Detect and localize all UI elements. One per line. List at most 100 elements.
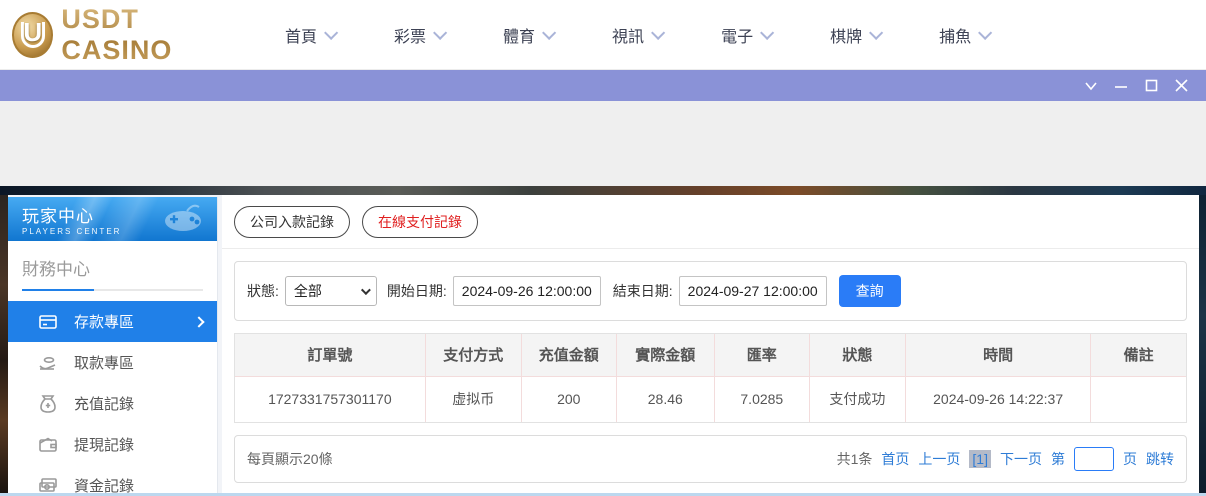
end-date-input[interactable] — [678, 276, 827, 306]
chevron-down-icon — [760, 25, 775, 40]
status-select[interactable]: 全部 — [284, 276, 377, 306]
query-button[interactable]: 查詢 — [838, 275, 901, 307]
sidebar-item-recharge-records[interactable]: 充值記錄 — [8, 383, 217, 424]
current-page-indicator: [1] — [969, 450, 991, 468]
jump-button[interactable]: 跳转 — [1146, 449, 1174, 469]
sidebar-section: 財務中心 — [8, 241, 217, 291]
nav-item-home[interactable]: 首頁 — [285, 23, 339, 47]
cell-remark — [1090, 376, 1186, 422]
main-nav: 首頁 彩票 體育 視訊 電子 棋牌 捕魚 — [285, 23, 993, 47]
top-nav-bar: U USDT CASINO 首頁 彩票 體育 視訊 電子 棋牌 捕魚 — [0, 0, 1206, 70]
chevron-down-icon — [433, 25, 448, 40]
money-bag-icon — [38, 394, 58, 414]
sidebar-item-label: 提現記錄 — [74, 437, 135, 454]
tab-company-deposit-records[interactable]: 公司入款記錄 — [234, 206, 350, 238]
hand-money-icon — [38, 353, 58, 373]
prev-page-link[interactable]: 上一页 — [918, 449, 960, 469]
brand-logo-icon: U — [12, 11, 54, 58]
filter-bar: 狀態: 全部 開始日期: 結束日期: 查詢 — [234, 261, 1187, 321]
window-title-bar — [0, 70, 1206, 101]
total-count-text: 共1条 — [836, 451, 873, 467]
chevron-down-icon — [542, 25, 557, 40]
nav-label: 視訊 — [612, 28, 645, 46]
sidebar-item-withdraw-zone[interactable]: 取款專區 — [8, 342, 217, 383]
bank-card-icon — [38, 312, 58, 332]
start-date-label: 開始日期: — [386, 283, 447, 299]
sidebar-item-label: 取款專區 — [74, 355, 135, 372]
records-table: 訂單號 支付方式 充值金額 實際金額 匯率 狀態 時間 備註 172733175… — [235, 334, 1186, 422]
nav-label: 首頁 — [285, 28, 318, 46]
table-row: 1727331757301170 虚拟币 200 28.46 7.0285 支付… — [235, 376, 1186, 422]
gamepad-icon — [165, 204, 201, 231]
cell-time: 2024-09-26 14:22:37 — [905, 376, 1092, 422]
background-edge-right — [1199, 195, 1206, 496]
cash-icon — [38, 476, 58, 494]
jump-suffix-label: 页 — [1123, 451, 1137, 467]
window-empty-area — [0, 101, 1206, 186]
chevron-down-icon — [1085, 81, 1097, 90]
nav-label: 體育 — [503, 28, 536, 46]
nav-item-chess[interactable]: 棋牌 — [830, 23, 884, 47]
nav-item-video[interactable]: 視訊 — [612, 23, 666, 47]
chevron-down-icon — [324, 25, 339, 40]
first-page-link[interactable]: 首页 — [881, 449, 909, 469]
pager-controls: 共1条 首页 上一页 [1] 下一页 第 页 跳转 — [837, 447, 1174, 471]
chevron-right-icon — [193, 315, 205, 328]
col-payment-method: 支付方式 — [425, 334, 522, 377]
jump-prefix-label: 第 — [1051, 451, 1065, 467]
col-exchange-rate: 匯率 — [714, 334, 810, 377]
nav-label: 棋牌 — [830, 28, 863, 46]
sidebar-section-title: 財務中心 — [22, 260, 90, 279]
window-maximize-button[interactable] — [1136, 74, 1166, 98]
window-dropdown-button[interactable] — [1076, 74, 1106, 98]
sidebar-item-withdrawal-records[interactable]: 提現記錄 — [8, 424, 217, 465]
next-page-link[interactable]: 下一页 — [1000, 449, 1042, 469]
sidebar-item-funds-records[interactable]: 資金記錄 — [8, 465, 217, 493]
table-header-row: 訂單號 支付方式 充值金額 實際金額 匯率 狀態 時間 備註 — [235, 334, 1186, 377]
background-image-sliver — [0, 186, 1206, 195]
nav-label: 彩票 — [394, 28, 427, 46]
cell-exchange-rate: 7.0285 — [714, 376, 810, 422]
col-actual-amount: 實際金額 — [616, 334, 715, 377]
sidebar-item-deposit-zone[interactable]: 存款專區 — [8, 301, 217, 342]
page-number-input[interactable] — [1074, 447, 1114, 471]
end-date-label: 結束日期: — [612, 283, 673, 299]
start-date-input[interactable] — [452, 276, 601, 306]
status-select-value: 全部 — [293, 283, 322, 299]
pagination-bar: 每頁顯示20條 共1条 首页 上一页 [1] 下一页 第 页 跳转 — [234, 435, 1187, 483]
player-center-sidebar: 玩家中心 PLAYERS CENTER 財務中心 存款專區 取款專區 充值記錄 … — [8, 197, 218, 493]
nav-item-fishing[interactable]: 捕魚 — [939, 23, 993, 47]
maximize-icon — [1145, 79, 1157, 92]
brand-logo[interactable]: U USDT CASINO — [12, 4, 237, 66]
col-status: 狀態 — [809, 334, 906, 377]
chevron-down-icon — [978, 25, 993, 40]
nav-item-lottery[interactable]: 彩票 — [394, 23, 448, 47]
cell-actual-amount: 28.46 — [616, 376, 715, 422]
cell-recharge-amount: 200 — [521, 376, 617, 422]
tab-online-payment-records[interactable]: 在線支付記錄 — [362, 206, 478, 238]
status-label: 狀態: — [247, 283, 279, 299]
window-close-button[interactable] — [1166, 74, 1196, 98]
brand-name: USDT CASINO — [61, 4, 237, 66]
nav-label: 捕魚 — [939, 28, 972, 46]
nav-item-slots[interactable]: 電子 — [721, 23, 775, 47]
records-panel: 公司入款記錄 在線支付記錄 狀態: 全部 開始日期: 結束日期: 查詢 訂單號 … — [222, 195, 1199, 493]
sidebar-item-label: 存款專區 — [74, 314, 135, 331]
sidebar-item-label: 充值記錄 — [74, 396, 135, 413]
nav-label: 電子 — [721, 28, 754, 46]
nav-item-sports[interactable]: 體育 — [503, 23, 557, 47]
chevron-down-icon — [651, 25, 666, 40]
sidebar-menu: 存款專區 取款專區 充值記錄 提現記錄 資金記錄 — [8, 301, 217, 493]
cell-status: 支付成功 — [809, 376, 906, 422]
col-order-number: 訂單號 — [235, 334, 426, 377]
page-size-text: 每頁顯示20條 — [247, 451, 333, 467]
background-edge-left — [0, 195, 8, 496]
close-icon — [1174, 79, 1188, 92]
col-time: 時間 — [905, 334, 1092, 377]
col-recharge-amount: 充值金額 — [521, 334, 617, 377]
records-table-container: 訂單號 支付方式 充值金額 實際金額 匯率 狀態 時間 備註 172733175… — [234, 333, 1187, 423]
chevron-down-icon — [360, 284, 371, 295]
cell-payment-method: 虚拟币 — [425, 376, 522, 422]
window-minimize-button[interactable] — [1106, 74, 1136, 98]
cell-order-number: 1727331757301170 — [235, 376, 426, 422]
